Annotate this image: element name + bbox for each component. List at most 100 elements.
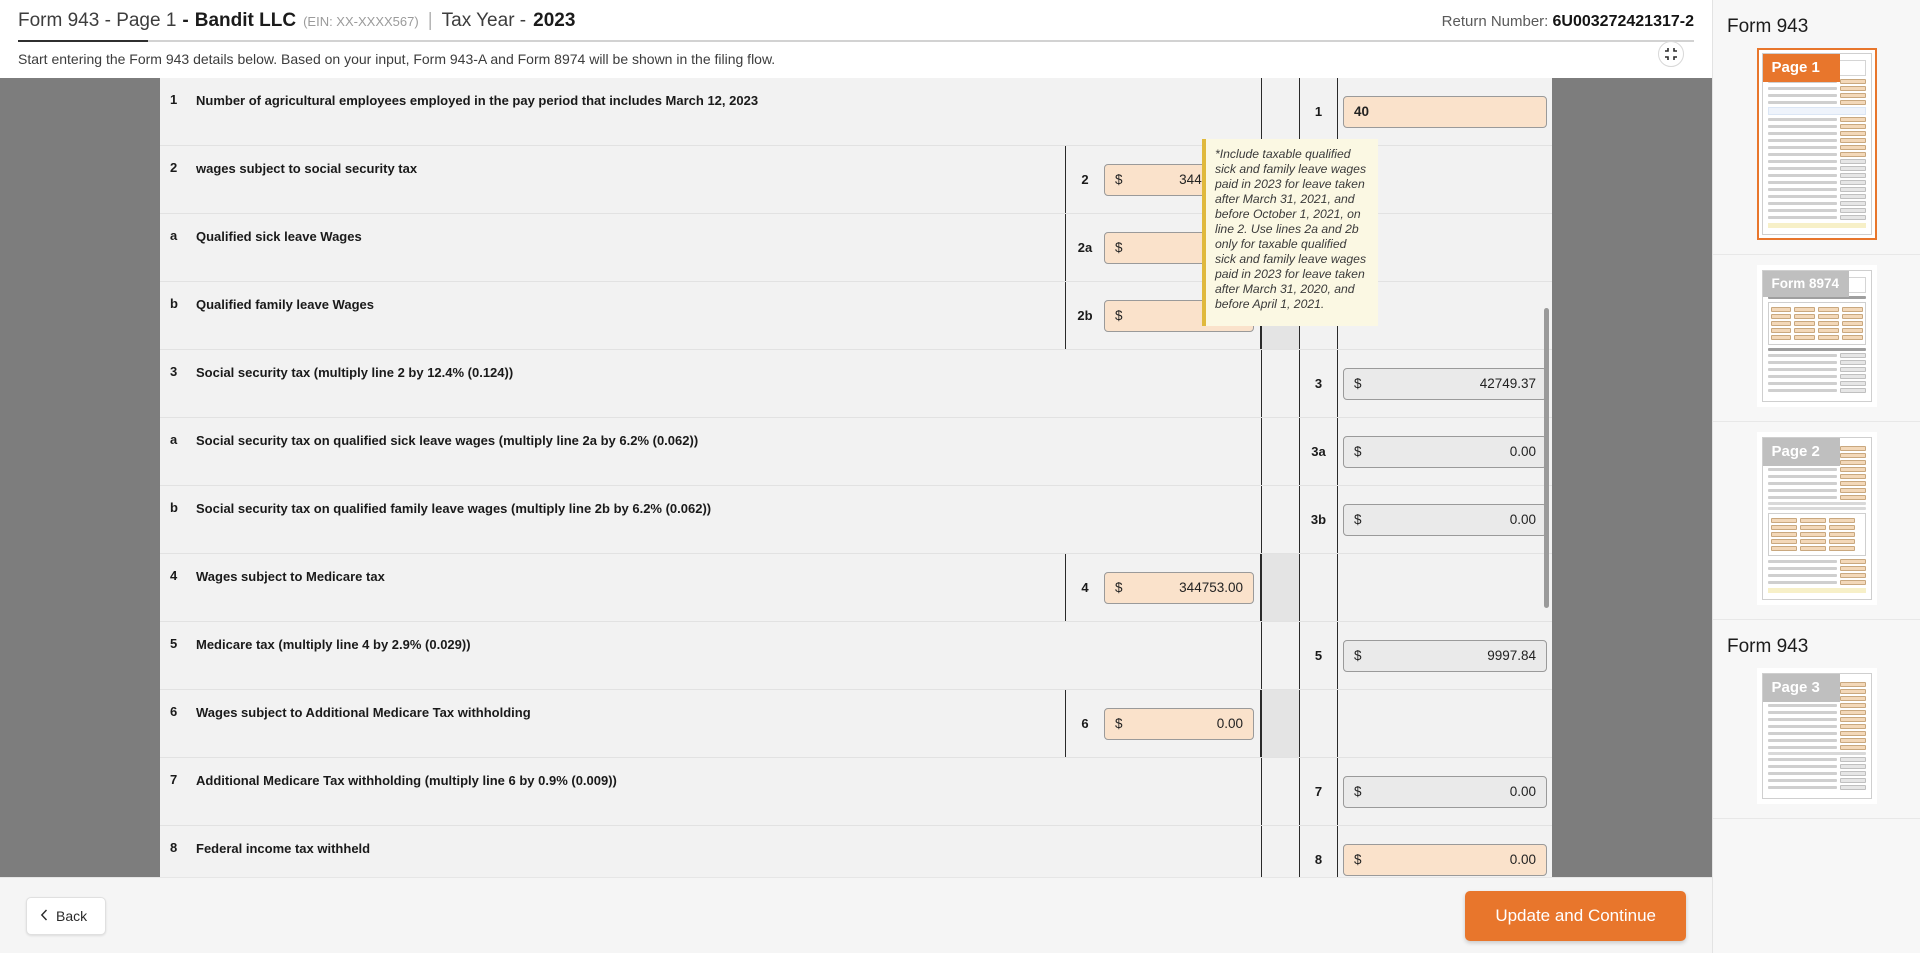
input-line-6[interactable]: $0.00 bbox=[1104, 707, 1254, 740]
right-line-number: 3 bbox=[1299, 350, 1337, 417]
update-and-continue-button[interactable]: Update and Continue bbox=[1465, 890, 1686, 941]
header-divider: | bbox=[427, 10, 433, 31]
header-rule bbox=[18, 40, 1694, 42]
thumbnail-sidebar[interactable]: Form 943 Page 1 Form 8974 Page 2 Form 943 Pag… bbox=[1712, 0, 1920, 953]
form-row: a Social security tax on qualified sick l… bbox=[160, 418, 1552, 486]
sidebar-group: Page 2 bbox=[1713, 422, 1920, 620]
mid-input-wrap: $344753.00 bbox=[1104, 571, 1260, 604]
company-name: Bandit LLC bbox=[194, 10, 297, 31]
page-subtitle: Start entering the Form 943 details belo… bbox=[0, 42, 1712, 67]
spacer-cell bbox=[1261, 554, 1299, 621]
input-line-6-value: 0.00 bbox=[1216, 716, 1243, 731]
form-page-title: Form 943 - Page 1 bbox=[18, 10, 177, 31]
right-line-number: 5 bbox=[1299, 622, 1337, 689]
gutter-left bbox=[0, 78, 160, 877]
thumbnail-wrap: Page 3 bbox=[1713, 668, 1920, 804]
page-thumbnail[interactable]: Page 3 bbox=[1756, 668, 1877, 804]
right-money-cell: $9997.84 bbox=[1337, 622, 1552, 689]
mid-spacer bbox=[1065, 826, 1261, 877]
input-line-3: $42749.37 bbox=[1343, 367, 1547, 400]
thumbnail-wrap: Form 8974 bbox=[1713, 265, 1920, 407]
row-description: Number of agricultural employees employe… bbox=[196, 93, 759, 108]
page-thumbnail[interactable]: Form 8974 bbox=[1756, 265, 1877, 407]
right-money-cell bbox=[1337, 690, 1552, 757]
right-line-number: 7 bbox=[1299, 758, 1337, 825]
back-button-label: Back bbox=[56, 907, 88, 924]
spacer-cell bbox=[1261, 758, 1299, 825]
chevron-left-icon bbox=[40, 908, 48, 924]
right-line-number bbox=[1299, 554, 1337, 621]
row-description: Additional Medicare Tax withholding (mul… bbox=[196, 773, 617, 788]
row-number: 1 bbox=[170, 92, 178, 107]
right-money-cell: $0.00 bbox=[1337, 758, 1552, 825]
mid-line-number: 6 bbox=[1081, 716, 1089, 731]
input-line-8[interactable]: $0.00 bbox=[1343, 843, 1547, 876]
input-line-7-value: 0.00 bbox=[1509, 784, 1536, 799]
mid-line-number: 2 bbox=[1081, 172, 1089, 187]
row-description: Wages subject to Medicare tax bbox=[196, 569, 385, 584]
spacer-cell bbox=[1261, 78, 1299, 145]
right-line-number: 3a bbox=[1299, 418, 1337, 485]
collapse-icon[interactable] bbox=[1658, 41, 1684, 67]
sidebar-group: Form 8974 bbox=[1713, 255, 1920, 422]
sidebar-group: Form 943 Page 3 bbox=[1713, 620, 1920, 819]
vertical-scrollbar[interactable] bbox=[1544, 308, 1549, 608]
currency-symbol: $ bbox=[1115, 240, 1123, 255]
input-line-4[interactable]: $344753.00 bbox=[1104, 571, 1254, 604]
mid-spacer bbox=[1065, 418, 1261, 485]
input-line-1[interactable]: 40 bbox=[1343, 95, 1547, 128]
row-number: b bbox=[170, 296, 178, 311]
sidebar-group-title: Form 943 bbox=[1727, 636, 1809, 657]
right-line-number bbox=[1299, 690, 1337, 757]
currency-symbol: $ bbox=[1354, 444, 1362, 459]
row-description: Medicare tax (multiply line 4 by 2.9% (0… bbox=[196, 637, 471, 652]
input-line-3b-value: 0.00 bbox=[1509, 512, 1536, 527]
input-line-7: $0.00 bbox=[1343, 775, 1547, 808]
app-root: Form 943 - Page 1 - Bandit LLC (EIN: XX-… bbox=[0, 0, 1920, 953]
input-line-3-value: 42749.37 bbox=[1479, 376, 1536, 391]
right-money-cell: $0.00 bbox=[1337, 486, 1552, 553]
right-money-cell: 40 bbox=[1337, 78, 1552, 145]
currency-symbol: $ bbox=[1354, 852, 1362, 867]
right-money-cell: $42749.37 bbox=[1337, 350, 1552, 417]
right-line-number: 8 bbox=[1299, 826, 1337, 877]
row-number: 2 bbox=[170, 160, 178, 175]
mid-line-number: 4 bbox=[1081, 580, 1089, 595]
input-line-5-value: 9997.84 bbox=[1487, 648, 1536, 663]
thumbnail-badge: Page 2 bbox=[1762, 438, 1841, 466]
thumbnail-page: Page 1 bbox=[1761, 53, 1872, 235]
company-separator: - bbox=[182, 10, 189, 31]
row-number: a bbox=[170, 432, 178, 447]
form-row: 4 Wages subject to Medicare tax 4 $344753.0… bbox=[160, 554, 1552, 622]
thumbnail-badge: Form 8974 bbox=[1762, 271, 1849, 297]
currency-symbol: $ bbox=[1115, 716, 1123, 731]
page-thumbnail[interactable]: Page 2 bbox=[1756, 432, 1877, 605]
return-number-group: Return Number: 6U003272421317-2 bbox=[1442, 13, 1694, 31]
row-number: 8 bbox=[170, 840, 178, 855]
spacer-cell bbox=[1261, 486, 1299, 553]
currency-symbol: $ bbox=[1115, 308, 1123, 323]
row-number: 4 bbox=[170, 568, 178, 583]
header-title-group: Form 943 - Page 1 - Bandit LLC (EIN: XX-… bbox=[18, 10, 575, 32]
thumbnail-badge: Page 1 bbox=[1762, 54, 1841, 82]
guidance-note: *Include taxable qualified sick and fami… bbox=[1202, 139, 1378, 326]
row-description: Social security tax (multiply line 2 by … bbox=[196, 365, 514, 380]
row-description: Federal income tax withheld bbox=[196, 841, 371, 856]
input-line-1-value: 40 bbox=[1354, 104, 1370, 119]
gutter-right bbox=[1552, 78, 1712, 877]
mid-line-number: 2b bbox=[1077, 308, 1093, 323]
back-button[interactable]: Back bbox=[26, 896, 107, 935]
row-number: 3 bbox=[170, 364, 178, 379]
row-description: Social security tax on qualified family … bbox=[196, 501, 712, 516]
mid-spacer bbox=[1065, 486, 1261, 553]
mid-money-cell: 4 $344753.00 bbox=[1065, 554, 1261, 621]
page-thumbnail[interactable]: Page 1 bbox=[1756, 48, 1877, 240]
thumbnail-page: Page 2 bbox=[1761, 437, 1872, 600]
input-line-8-value: 0.00 bbox=[1509, 852, 1536, 867]
row-description: Wages subject to Additional Medicare Tax… bbox=[196, 705, 531, 720]
currency-symbol: $ bbox=[1115, 172, 1123, 187]
row-description: wages subject to social security tax bbox=[196, 161, 418, 176]
mid-input-wrap: $0.00 bbox=[1104, 707, 1260, 740]
row-number: a bbox=[170, 228, 178, 243]
ein-label: (EIN: XX-XXXX567) bbox=[303, 14, 419, 29]
